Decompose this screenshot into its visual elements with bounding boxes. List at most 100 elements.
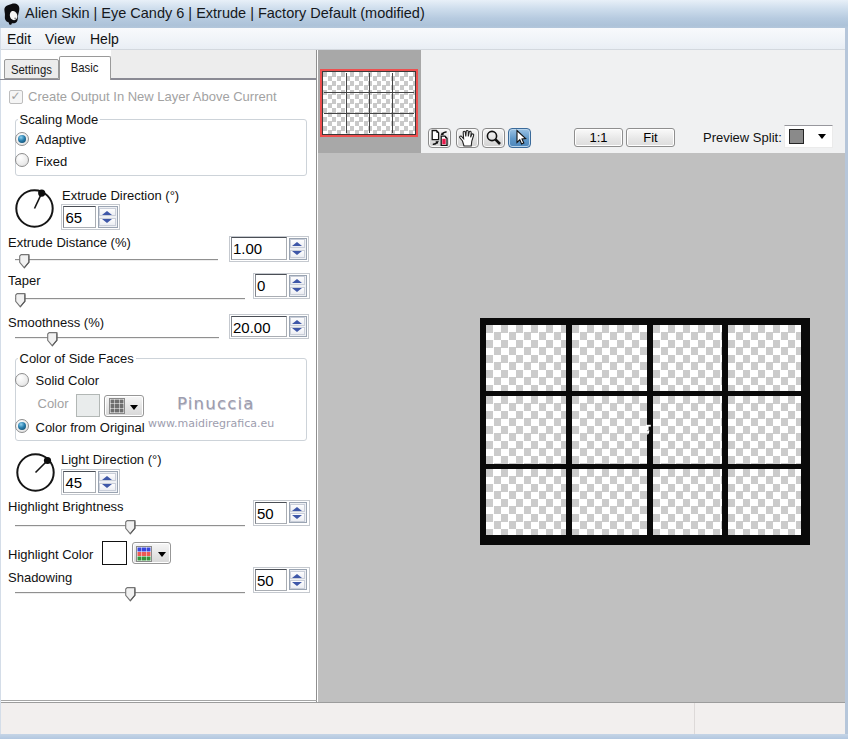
shadowing-label: Shadowing bbox=[8, 570, 72, 585]
extrude-distance-label: Extrude Distance (%) bbox=[8, 235, 131, 250]
radio-adaptive[interactable] bbox=[15, 132, 29, 146]
window-title: Alien Skin | Eye Candy 6 | Extrude | Fac… bbox=[25, 5, 425, 21]
preview-grid-cell bbox=[486, 325, 566, 391]
preview-split-label: Preview Split: bbox=[703, 130, 782, 145]
spin-down-arrow-icon bbox=[102, 484, 112, 488]
swap-preview-icon bbox=[429, 129, 450, 147]
tab-settings[interactable]: Settings bbox=[4, 59, 60, 79]
radio-fixed-label: Fixed bbox=[36, 154, 68, 169]
pointer-tool-button[interactable] bbox=[508, 128, 531, 148]
swap-preview-button[interactable] bbox=[428, 128, 451, 148]
extrude-distance-slider-handle[interactable] bbox=[19, 254, 30, 269]
pan-hand-button[interactable] bbox=[456, 128, 479, 148]
smoothness-slider-handle[interactable] bbox=[47, 332, 58, 347]
spin-down-arrow-icon bbox=[292, 582, 302, 586]
spin-up-arrow-icon bbox=[292, 242, 302, 246]
extrude-direction-input[interactable]: 65 bbox=[63, 206, 96, 229]
smoothness-input[interactable]: 20.00 bbox=[231, 316, 287, 338]
create-output-checkbox[interactable]: ✓ bbox=[9, 90, 23, 104]
highlight-brightness-input[interactable]: 50 bbox=[255, 502, 287, 524]
status-bar bbox=[0, 703, 848, 734]
shadowing-input[interactable]: 50 bbox=[255, 569, 287, 591]
radio-solid-color-label: Solid Color bbox=[36, 373, 100, 388]
taper-spinner[interactable] bbox=[289, 275, 307, 297]
menu-edit[interactable]: Edit bbox=[7, 31, 31, 47]
extrude-distance-slider[interactable] bbox=[15, 259, 218, 260]
color-side-faces-label: Color of Side Faces bbox=[18, 351, 136, 366]
shadowing-spinner[interactable] bbox=[289, 569, 307, 590]
highlight-color-swatch[interactable] bbox=[102, 541, 127, 565]
thumbnail-grid-line bbox=[346, 73, 347, 134]
preview-canvas[interactable] bbox=[318, 153, 845, 702]
slider-handle-icon bbox=[47, 332, 58, 347]
window-frame-bottom bbox=[0, 734, 848, 739]
spin-up-arrow-icon bbox=[102, 476, 112, 480]
settings-panel: Settings Basic ✓ Create Output In New La… bbox=[0, 50, 317, 702]
menu-view[interactable]: View bbox=[45, 31, 75, 47]
smoothness-label: Smoothness (%) bbox=[8, 315, 104, 330]
fit-button[interactable]: Fit bbox=[626, 128, 675, 147]
spin-up-arrow-icon bbox=[292, 279, 302, 283]
solid-color-dropdown[interactable] bbox=[104, 395, 144, 417]
pan-hand-icon bbox=[457, 129, 478, 147]
app-window: Alien Skin | Eye Candy 6 | Extrude | Fac… bbox=[0, 0, 848, 739]
menu-bar: Edit View Help bbox=[0, 28, 848, 50]
light-direction-label: Light Direction (°) bbox=[61, 452, 162, 467]
taper-slider[interactable] bbox=[15, 298, 245, 299]
thumbnail-grid-line bbox=[369, 73, 370, 134]
highlight-brightness-slider-handle[interactable] bbox=[125, 520, 136, 535]
color-grid-icon bbox=[109, 398, 125, 414]
extrude-direction-spinner[interactable] bbox=[98, 206, 118, 228]
light-direction-dial[interactable] bbox=[15, 452, 56, 493]
taper-slider-handle[interactable] bbox=[15, 293, 26, 308]
zoom-1-1-button[interactable]: 1:1 bbox=[574, 128, 623, 147]
navigator-thumbnail[interactable] bbox=[320, 69, 418, 137]
extrude-distance-input[interactable]: 1.00 bbox=[231, 237, 287, 260]
spin-up-arrow-icon bbox=[292, 507, 302, 511]
spin-down-arrow-icon bbox=[292, 251, 302, 255]
light-direction-spinner[interactable] bbox=[98, 471, 118, 493]
extrude-direction-dial[interactable] bbox=[14, 188, 55, 229]
slider-handle-icon bbox=[15, 293, 26, 308]
spin-up-arrow-icon bbox=[292, 574, 302, 578]
dropdown-arrow-icon bbox=[158, 552, 166, 557]
navigator-pad bbox=[318, 50, 421, 153]
watermark-name: Pinuccia bbox=[177, 394, 255, 413]
preview-grid-cell bbox=[572, 469, 647, 536]
preview-grid-cell bbox=[728, 396, 802, 464]
radio-solid-color[interactable] bbox=[15, 373, 29, 387]
extrude-direction-label: Extrude Direction (°) bbox=[62, 188, 179, 203]
preview-split-dropdown[interactable] bbox=[784, 125, 833, 148]
tab-basic[interactable]: Basic bbox=[59, 56, 111, 81]
shadowing-slider-handle[interactable] bbox=[125, 587, 136, 602]
dropdown-arrow-icon bbox=[130, 405, 138, 410]
highlight-brightness-spinner[interactable] bbox=[289, 502, 307, 523]
solid-color-swatch[interactable] bbox=[76, 394, 101, 418]
smoothness-spinner[interactable] bbox=[289, 316, 307, 337]
highlight-color-label: Highlight Color bbox=[8, 547, 93, 562]
title-bar[interactable]: Alien Skin | Eye Candy 6 | Extrude | Fac… bbox=[0, 0, 848, 28]
radio-color-from-original[interactable] bbox=[15, 419, 29, 433]
slider-handle-icon bbox=[125, 587, 136, 602]
watermark-url: www.maidiregrafica.eu bbox=[148, 417, 274, 430]
preview-grid-cell bbox=[653, 396, 722, 464]
panel-bottom-border bbox=[0, 700, 317, 701]
tab-strip-filler bbox=[111, 50, 316, 79]
highlight-color-dropdown[interactable] bbox=[132, 542, 172, 564]
slider-handle-icon bbox=[125, 520, 136, 535]
extrude-distance-spinner[interactable] bbox=[289, 238, 307, 260]
menu-help[interactable]: Help bbox=[90, 31, 119, 47]
spin-up-arrow-icon bbox=[102, 211, 112, 215]
alien-skin-logo-icon bbox=[3, 3, 23, 25]
taper-input[interactable]: 0 bbox=[255, 274, 287, 297]
spin-down-arrow-icon bbox=[292, 288, 302, 292]
zoom-button[interactable] bbox=[482, 128, 505, 148]
color-label: Color bbox=[38, 396, 69, 411]
light-direction-input[interactable]: 45 bbox=[63, 471, 96, 494]
taper-label: Taper bbox=[8, 273, 41, 288]
checkmark-icon: ✓ bbox=[11, 89, 21, 103]
preview-grid-cell bbox=[486, 469, 566, 536]
preview-grid-cell bbox=[728, 469, 802, 536]
highlight-brightness-label: Highlight Brightness bbox=[8, 499, 124, 514]
smoothness-slider[interactable] bbox=[15, 337, 219, 338]
